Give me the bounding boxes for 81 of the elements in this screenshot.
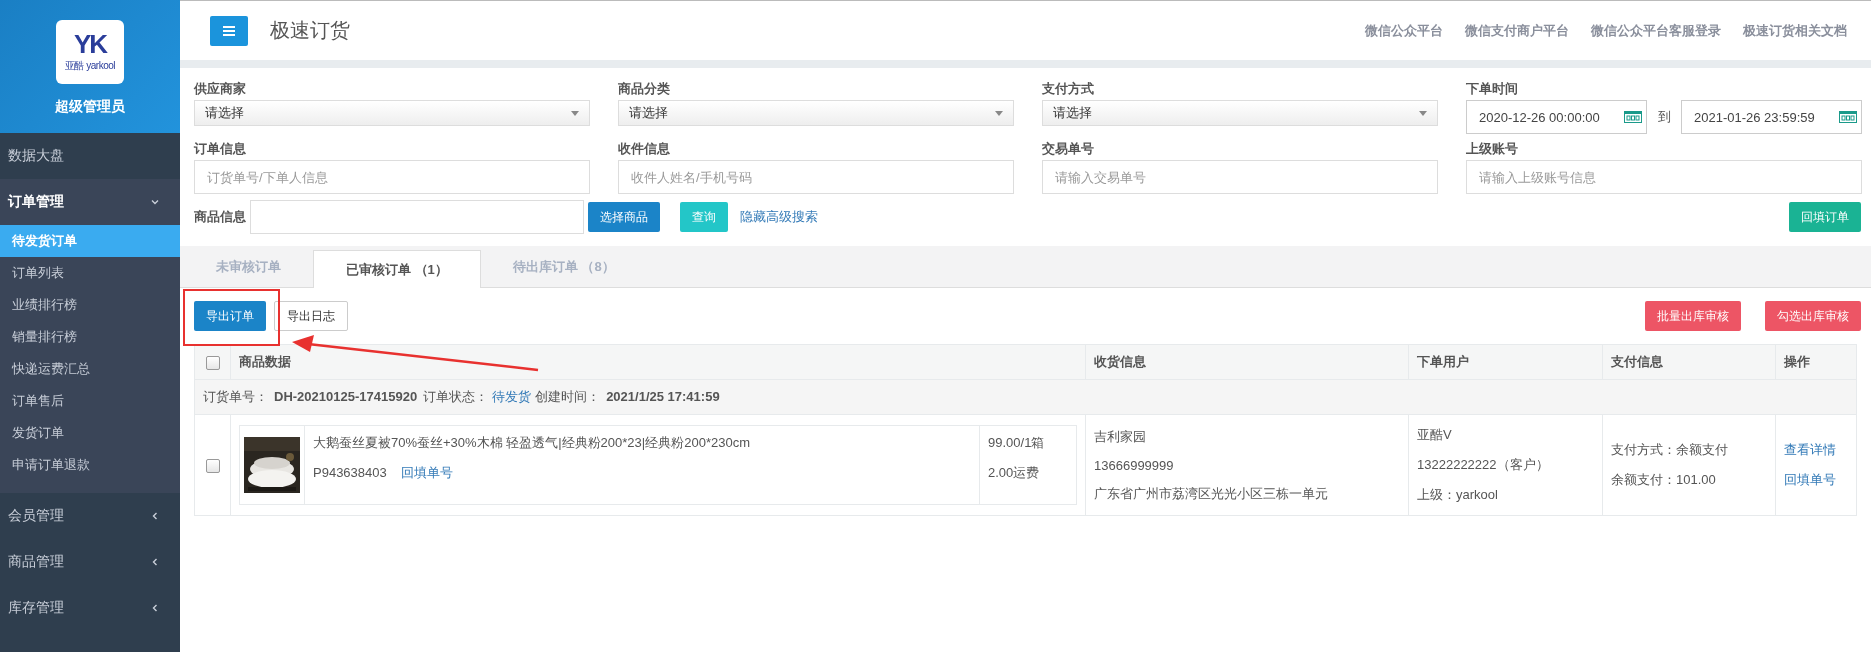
created-time-label: 创建时间： — [535, 389, 601, 404]
page-title: 极速订货 — [270, 18, 350, 43]
input-field[interactable]: 收件人姓名/手机号码 — [618, 160, 1014, 194]
product-sku: P943638403 — [313, 465, 387, 480]
payment-info: 余额支付：101.00 — [1611, 471, 1717, 489]
dropdown-caret-icon — [571, 110, 579, 116]
submenu-item[interactable]: 快递运费汇总 — [0, 353, 180, 385]
filter-label: 支付方式 — [1042, 80, 1095, 98]
order-number: DH-20210125-17415920 — [274, 389, 418, 404]
column-header: 操作 — [1784, 354, 1810, 369]
chevron-left-icon — [150, 511, 160, 521]
submenu-item[interactable]: 销量排行榜 — [0, 321, 180, 353]
receiver-info: 广东省广州市荔湾区光光小区三栋一单元 — [1094, 484, 1329, 503]
column-header: 支付信息 — [1611, 354, 1663, 369]
filter-label: 订单信息 — [194, 140, 247, 158]
date-field[interactable]: 2021-01-26 23:59:59 — [1681, 100, 1862, 134]
nav-item[interactable]: 订单管理 — [0, 179, 180, 225]
order-number-label: 订货单号： — [203, 389, 268, 404]
filter-label: 收件信息 — [618, 140, 671, 158]
export-log-button[interactable]: 导出日志 — [274, 301, 348, 331]
order-status: 待发货 — [492, 389, 532, 404]
freight: 2.00运费 — [988, 464, 1041, 482]
chevron-left-icon — [150, 557, 160, 567]
order-status-label: 订单状态： — [423, 389, 489, 404]
input-field[interactable]: 订货单号/下单人信息 — [194, 160, 590, 194]
row-checkbox[interactable] — [206, 458, 220, 473]
payment-info: 支付方式：余额支付 — [1611, 441, 1729, 459]
calendar-icon — [1624, 111, 1642, 123]
select-all-checkbox[interactable] — [206, 355, 220, 370]
range-separator: 到 — [1656, 108, 1672, 126]
filter-label: 上级账号 — [1466, 140, 1519, 158]
filter-label: 下单时间 — [1466, 80, 1519, 98]
submenu-item[interactable]: 申请订单退款 — [0, 449, 180, 481]
header-link[interactable]: 微信公众平台 — [1365, 21, 1443, 40]
user-role: 超级管理员 — [55, 98, 125, 116]
filter-label: 商品信息 — [194, 208, 246, 226]
select-field[interactable]: 请选择 — [194, 100, 590, 126]
dropdown-caret-icon — [1419, 110, 1427, 116]
header-link[interactable]: 微信支付商户平台 — [1465, 21, 1569, 40]
chevron-left-icon — [150, 603, 160, 613]
select-field[interactable]: 请选择 — [618, 100, 1014, 126]
column-header: 商品数据 — [239, 354, 291, 369]
product-input-field[interactable] — [250, 200, 584, 234]
input-field[interactable]: 请输入上级账号信息 — [1466, 160, 1862, 194]
product-name: 大鹅蚕丝夏被70%蚕丝+30%木棉 轻盈透气|经典粉200*23|经典粉200*230cm — [313, 434, 751, 452]
receiver-info: 吉利家园 — [1094, 427, 1147, 446]
header-link[interactable]: 极速订货相关文档 — [1743, 21, 1847, 40]
user-info: 上级：yarkool — [1417, 486, 1499, 504]
hide-search-link[interactable]: 隐藏高级搜索 — [740, 208, 818, 226]
filter-label: 交易单号 — [1042, 140, 1095, 158]
menu-icon — [223, 25, 235, 36]
header-link[interactable]: 微信公众平台客服登录 — [1591, 21, 1721, 40]
column-header: 收货信息 — [1094, 354, 1146, 369]
backfill-number-link[interactable]: 回填单号 — [400, 465, 453, 480]
menu-button[interactable] — [210, 15, 248, 46]
chevron-down-icon — [150, 197, 160, 207]
filter-label: 供应商家 — [194, 80, 247, 98]
logo: YK 亚酷 yarkool — [56, 20, 124, 84]
column-header: 下单用户 — [1417, 354, 1469, 369]
submenu-item[interactable]: 发货订单 — [0, 417, 180, 449]
select-field[interactable]: 请选择 — [1042, 100, 1438, 126]
filter-label: 商品分类 — [618, 80, 671, 98]
action-link[interactable]: 查看详情 — [1784, 441, 1848, 459]
action-link[interactable]: 回填单号 — [1784, 471, 1848, 489]
date-field[interactable]: 2020-12-26 00:00:00 — [1466, 100, 1647, 134]
choose-product-button[interactable]: 选择商品 — [588, 202, 660, 232]
submenu-item[interactable]: 订单列表 — [0, 257, 180, 289]
submenu-item[interactable]: 订单售后 — [0, 385, 180, 417]
input-field[interactable]: 请输入交易单号 — [1042, 160, 1438, 194]
user-info: 13222222222（客户） — [1417, 456, 1550, 474]
batch-review-button[interactable]: 批量出库审核 — [1645, 301, 1741, 331]
tab[interactable]: 已审核订单 （1） — [313, 250, 481, 288]
dropdown-caret-icon — [995, 110, 1003, 116]
calendar-icon — [1839, 111, 1857, 123]
user-info: 亚酷V — [1417, 426, 1453, 444]
checked-review-button[interactable]: 勾选出库审核 — [1765, 301, 1861, 331]
created-time: 2021/1/25 17:41:59 — [606, 389, 720, 404]
export-order-button[interactable]: 导出订单 — [194, 301, 266, 331]
product-price: 99.00/1箱 — [988, 434, 1046, 452]
receiver-info: 13666999999 — [1094, 457, 1175, 473]
submenu-item[interactable]: 业绩排行榜 — [0, 289, 180, 321]
